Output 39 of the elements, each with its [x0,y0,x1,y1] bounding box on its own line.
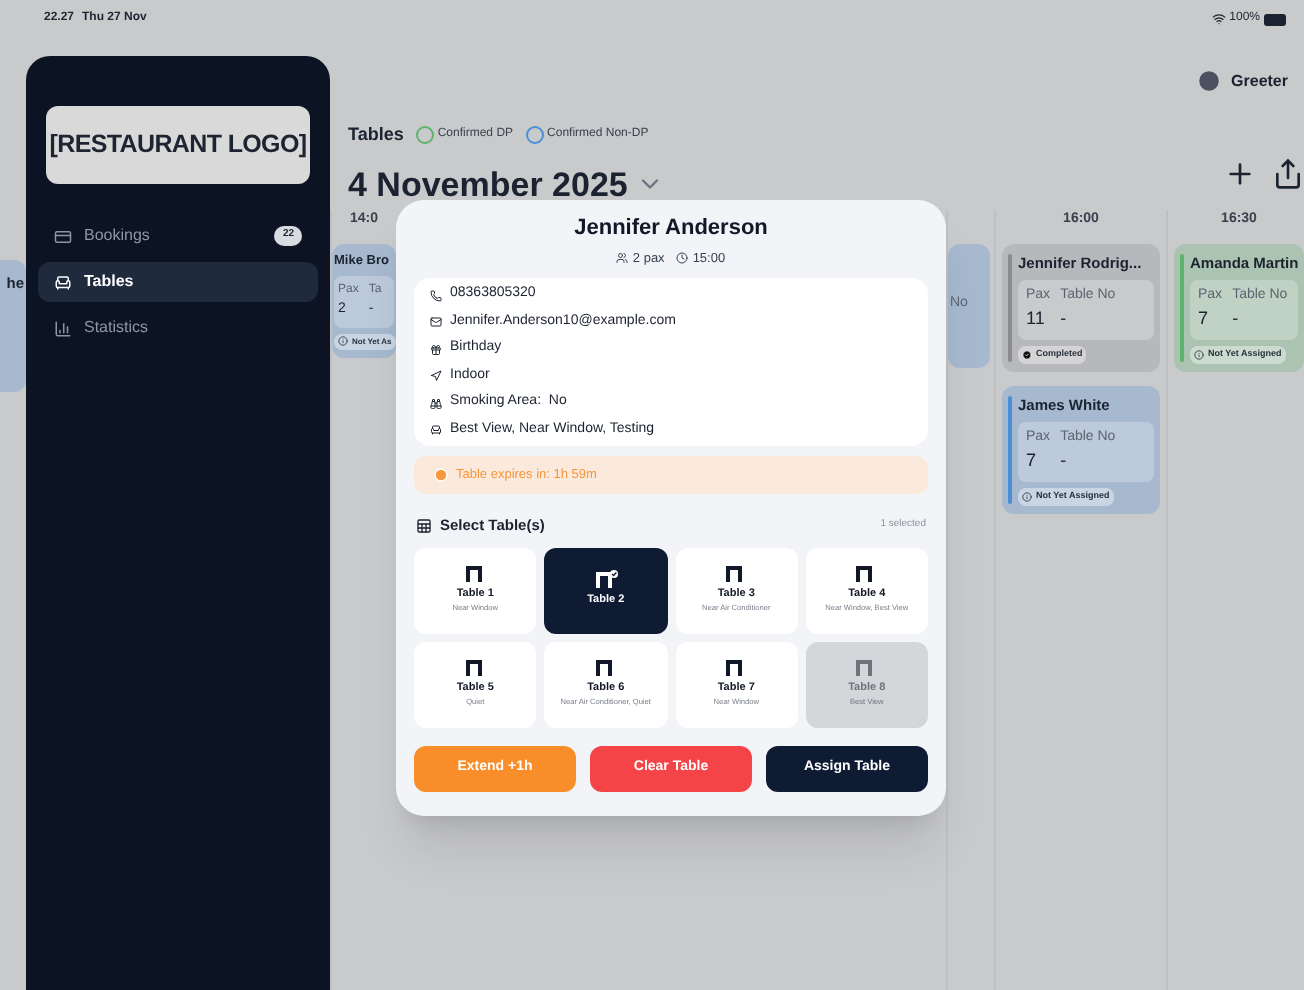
table-icon [593,658,618,679]
envelope-icon [430,316,442,328]
avatar-icon[interactable] [1195,68,1222,94]
people-icon [616,252,629,265]
sidebar-item[interactable]: Tables [38,262,318,302]
table-icon [463,564,488,585]
table-no-value: - [1060,306,1069,333]
info-icon [338,336,348,347]
table-checked-icon [593,570,618,591]
check-circle-icon [1022,349,1032,360]
share-icon[interactable] [1272,157,1304,189]
table-icon [463,658,488,679]
chair-icon [54,273,72,291]
clock-icon [676,252,689,265]
info-icon [1022,491,1032,502]
page-title: Tables [348,122,404,148]
pax-value: 7 [1026,448,1039,475]
pax-value: 7 [1198,306,1211,333]
card-icon [54,227,72,245]
info-icon [1194,349,1204,360]
dialog-title: Jennifer Anderson [574,214,768,244]
navigation-arrow-icon [430,370,442,382]
add-icon[interactable] [1224,157,1256,189]
binoculars-icon [430,397,442,409]
wifi-icon [1211,12,1226,26]
bar-chart-icon [54,319,72,337]
table-no-value: - [1232,306,1241,333]
gift-icon [430,343,442,355]
table-no-value: - [1060,448,1069,475]
user-name[interactable]: Greeter [1231,69,1288,93]
date-title[interactable]: 4 November 2025 [348,167,628,201]
clock-icon [434,468,448,483]
sidebar-item[interactable]: Statistics [38,308,318,348]
battery-icon [1264,13,1288,25]
pax-value: 11 [1026,306,1047,333]
phone-icon [430,289,442,301]
armchair-icon [430,424,442,436]
table-grid-icon [416,517,432,534]
logo-text: [RESTAURANT LOGO] [49,128,307,163]
